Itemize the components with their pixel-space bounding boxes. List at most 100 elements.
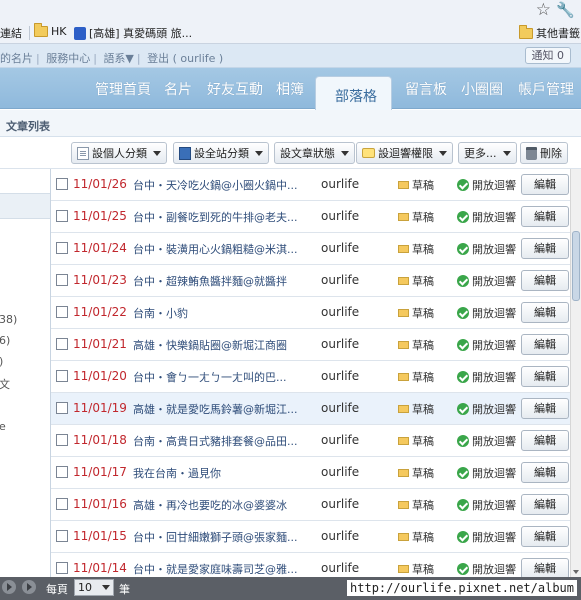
scrollbar-thumb[interactable] [572, 231, 580, 301]
edit-button[interactable]: 編輯 [521, 398, 569, 419]
row-checkbox[interactable] [56, 274, 68, 286]
nav-guestbook[interactable]: 留言板 [405, 79, 447, 99]
nav-blog-tab[interactable]: 部落格 [315, 76, 392, 110]
nav-album[interactable]: 相簿 [276, 79, 304, 99]
link-service-center[interactable]: 服務中心 [46, 52, 90, 65]
article-author: ourlife [321, 561, 360, 575]
article-title-link[interactable]: 高雄・就是愛吃馬鈴薯@新堀江... [133, 401, 311, 417]
chevron-down-icon [153, 150, 161, 156]
edit-button[interactable]: 編輯 [521, 238, 569, 259]
edit-button[interactable]: 編輯 [521, 494, 569, 515]
more-actions-button[interactable]: 更多... [458, 142, 517, 164]
nav-dashboard[interactable]: 管理首頁 [95, 79, 151, 99]
article-title-link[interactable]: 高雄・再冷也要吃的冰@婆婆冰 [133, 497, 311, 513]
scroll-down-icon[interactable] [573, 570, 579, 574]
nav-groups[interactable]: 小圈圈 [461, 79, 503, 99]
bookmark-label: 連結 [0, 27, 22, 40]
row-checkbox[interactable] [56, 466, 68, 478]
notification-badge[interactable]: 通知 0 [524, 47, 571, 64]
article-title-link[interactable]: 台中・會ㄅ一ㄤㄅ一ㄤ叫的巴... [133, 369, 311, 385]
bookmark-links[interactable]: 連結 [0, 25, 22, 41]
set-reply-permission-button[interactable]: 設迴響權限 [356, 142, 453, 164]
nav-friends[interactable]: 好友互動 [207, 79, 263, 99]
table-row[interactable]: 11/01/18 台南・高貴日式豬排套餐@品田... ourlife 草稿 開放迴響 編輯 [51, 425, 570, 457]
edit-button[interactable]: 編輯 [521, 334, 569, 355]
bookmark-other[interactable]: 其他書籤 [519, 24, 580, 41]
link-logout[interactable]: 登出 ( ourlife ) [147, 52, 223, 65]
row-checkbox[interactable] [56, 370, 68, 382]
row-checkbox[interactable] [56, 210, 68, 222]
edit-button[interactable]: 編輯 [521, 462, 569, 483]
row-checkbox[interactable] [56, 402, 68, 414]
table-row[interactable]: 11/01/14 台中・就是愛家庭味壽司芝@雅... ourlife 草稿 開放迴響 編輯 [51, 553, 570, 577]
bookmark-site[interactable]: [高雄] 真愛碼頭 旅... [74, 25, 192, 41]
table-row[interactable]: 11/01/23 台中・超辣鮪魚醬拌麵@就醬拌 ourlife 草稿 開放迴響 編輯 [51, 265, 570, 297]
table-row[interactable]: 11/01/21 高雄・快樂鍋貼圈@新堀江商圈 ourlife 草稿 開放迴響 編輯 [51, 329, 570, 361]
row-checkbox[interactable] [56, 562, 68, 574]
article-date: 11/01/22 [73, 305, 127, 319]
row-checkbox[interactable] [56, 338, 68, 350]
permission-text: 開放迴響 [472, 307, 516, 320]
sidebar-item-fragment[interactable]: e [0, 420, 6, 433]
per-page-select[interactable]: 10 [74, 579, 114, 596]
table-row[interactable]: 11/01/26 台中・天冷吃火鍋@小圈火鍋中... ourlife 草稿 開放迴響 編輯 [51, 169, 570, 201]
set-personal-category-button[interactable]: 設個人分類 [71, 142, 167, 164]
table-row[interactable]: 11/01/20 台中・會ㄅ一ㄤㄅ一ㄤ叫的巴... ourlife 草稿 開放迴響 編輯 [51, 361, 570, 393]
article-title-link[interactable]: 高雄・快樂鍋貼圈@新堀江商圈 [133, 337, 311, 353]
reply-permission: 開放迴響 [457, 465, 516, 481]
nav-account[interactable]: 帳戶管理 [518, 79, 574, 99]
table-row[interactable]: 11/01/16 高雄・再冷也要吃的冰@婆婆冰 ourlife 草稿 開放迴響 編輯 [51, 489, 570, 521]
article-title-link[interactable]: 台中・回甘細嫩獅子頭@張家麵... [133, 529, 311, 545]
link-language[interactable]: 語系▼ [103, 52, 133, 65]
row-checkbox[interactable] [56, 306, 68, 318]
sidebar-count[interactable]: 38) [0, 313, 17, 326]
article-status: 草稿 [398, 337, 434, 353]
article-title-link[interactable]: 台南・小豹 [133, 305, 311, 321]
last-page-icon[interactable] [22, 580, 36, 594]
bookmark-star-icon[interactable]: ☆ [536, 1, 551, 19]
sidebar-count[interactable]: 6) [0, 334, 10, 347]
article-title-link[interactable]: 台中・就是愛家庭味壽司芝@雅... [133, 561, 311, 577]
bookmark-hk[interactable]: HK [34, 23, 67, 38]
vertical-scrollbar[interactable] [570, 169, 581, 577]
article-title-link[interactable]: 台南・高貴日式豬排套餐@品田... [133, 433, 311, 449]
row-checkbox[interactable] [56, 530, 68, 542]
article-title-link[interactable]: 我在台南・過見你 [133, 465, 311, 481]
wrench-menu-icon[interactable]: 🔧 [556, 1, 575, 19]
edit-button[interactable]: 編輯 [521, 430, 569, 451]
next-page-icon[interactable] [2, 580, 16, 594]
set-site-category-button[interactable]: 設全站分類 [173, 142, 269, 164]
edit-button[interactable]: 編輯 [521, 302, 569, 323]
link-card[interactable]: 的名片 [0, 52, 33, 65]
row-checkbox[interactable] [56, 242, 68, 254]
table-row[interactable]: 11/01/22 台南・小豹 ourlife 草稿 開放迴響 編輯 [51, 297, 570, 329]
article-title-link[interactable]: 台中・超辣鮪魚醬拌麵@就醬拌 [133, 273, 311, 289]
set-article-status-button[interactable]: 設文章狀態 [274, 142, 355, 164]
table-row[interactable]: 11/01/17 我在台南・過見你 ourlife 草稿 開放迴響 編輯 [51, 457, 570, 489]
sidebar-item-fragment[interactable]: 文 [0, 376, 10, 392]
edit-button[interactable]: 編輯 [521, 558, 569, 577]
article-title-link[interactable]: 台中・裝潢用心火鍋粗糙@米淇... [133, 241, 311, 257]
edit-button[interactable]: 編輯 [521, 206, 569, 227]
row-checkbox[interactable] [56, 498, 68, 510]
article-title-link[interactable]: 台中・副餐吃到死的牛排@老夫... [133, 209, 311, 225]
edit-button[interactable]: 編輯 [521, 174, 569, 195]
edit-button[interactable]: 編輯 [521, 270, 569, 291]
table-row[interactable]: 11/01/24 台中・裝潢用心火鍋粗糙@米淇... ourlife 草稿 開放迴響 編輯 [51, 233, 570, 265]
table-row[interactable]: 11/01/25 台中・副餐吃到死的牛排@老夫... ourlife 草稿 開放迴響 編輯 [51, 201, 570, 233]
article-author: ourlife [321, 305, 360, 319]
article-title-link[interactable]: 台中・天冷吃火鍋@小圈火鍋中... [133, 177, 311, 193]
sidebar-count[interactable]: ) [0, 355, 3, 368]
document-icon [77, 146, 89, 160]
status-text: 草稿 [412, 211, 434, 224]
nav-card[interactable]: 名片 [164, 79, 192, 99]
row-checkbox[interactable] [56, 434, 68, 446]
row-checkbox[interactable] [56, 178, 68, 190]
status-text: 草稿 [412, 499, 434, 512]
table-row[interactable]: 11/01/19 高雄・就是愛吃馬鈴薯@新堀江... ourlife 草稿 開放迴響 編輯 [51, 393, 570, 425]
edit-button[interactable]: 編輯 [521, 366, 569, 387]
edit-button[interactable]: 編輯 [521, 526, 569, 547]
table-row[interactable]: 11/01/15 台中・回甘細嫩獅子頭@張家麵... ourlife 草稿 開放迴響 編輯 [51, 521, 570, 553]
permission-text: 開放迴響 [472, 243, 516, 256]
delete-button[interactable]: 刪除 [520, 142, 568, 164]
